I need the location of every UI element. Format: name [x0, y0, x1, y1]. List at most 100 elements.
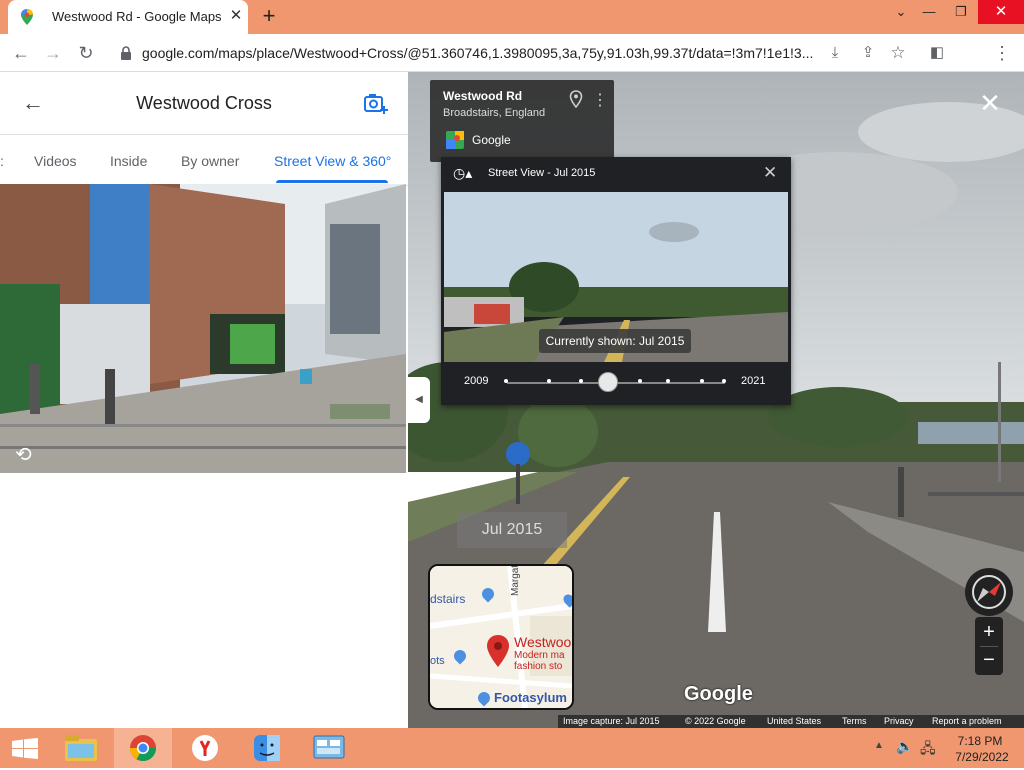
more-options-icon[interactable]: ⋮: [592, 90, 608, 110]
timeline-stop[interactable]: [547, 379, 551, 383]
tab-inside[interactable]: Inside: [110, 153, 147, 169]
mini-map[interactable]: dstairs Margate Westwoo Modern ma fashio…: [428, 564, 574, 710]
new-tab-button[interactable]: +: [258, 5, 280, 28]
google-maps-favicon-icon: [21, 9, 33, 25]
time-machine-header: Street View - Jul 2015: [488, 167, 596, 179]
share-icon[interactable]: ⇪: [857, 42, 879, 64]
window-close-button[interactable]: ✕: [978, 0, 1024, 24]
street-view-thumbnail[interactable]: ⟲: [0, 184, 406, 473]
timeline-stop[interactable]: [579, 379, 583, 383]
google-maps-app-icon: [446, 131, 464, 149]
yandex-taskbar-button[interactable]: [176, 728, 234, 768]
windows-start-icon[interactable]: [12, 738, 38, 760]
clock-time[interactable]: 7:18 PM: [950, 734, 1010, 748]
minimap-label: dstairs: [430, 592, 466, 606]
tab-strip: Westwood Rd - Google Maps ✕ + ⌄ — ❐ ✕: [0, 0, 1024, 34]
lock-icon: [121, 46, 131, 60]
timeline-stop[interactable]: [722, 379, 726, 383]
country-link[interactable]: United States: [767, 716, 821, 726]
currently-shown-tooltip: Currently shown: Jul 2015: [539, 329, 691, 353]
location-info-card: Westwood Rd Broadstairs, England ⋮ Googl…: [430, 80, 614, 162]
time-machine-close-icon[interactable]: ✕: [763, 163, 777, 183]
shopping-centre-photo: [0, 184, 406, 473]
timeline-stop[interactable]: [638, 379, 642, 383]
zoom-controls: + −: [975, 617, 1003, 675]
side-panel-icon[interactable]: ◧: [926, 42, 948, 64]
historic-preview-image: Currently shown: Jul 2015: [444, 192, 788, 362]
restore-button[interactable]: ❐: [944, 0, 978, 24]
file-explorer-taskbar-button[interactable]: [52, 728, 110, 768]
active-tab-indicator: [276, 180, 388, 183]
attribution-bar: Image capture: Jul 2015 © 2022 Google Un…: [558, 715, 1024, 728]
download-icon[interactable]: ⤓: [824, 42, 846, 64]
tab-videos[interactable]: Videos: [34, 153, 77, 169]
zoom-in-button[interactable]: +: [975, 620, 1003, 644]
add-photo-icon[interactable]: [364, 93, 388, 115]
control-panel-taskbar-button[interactable]: [300, 728, 358, 768]
location-marker-icon: [487, 635, 509, 667]
page-title: Westwood Cross: [136, 93, 272, 113]
forward-arrow-icon[interactable]: →: [42, 42, 64, 64]
url-text: google.com/maps/place/Westwood+Cross/@51…: [142, 45, 814, 61]
zoom-divider: [980, 646, 998, 647]
report-problem-link[interactable]: Report a problem: [932, 716, 1002, 726]
volume-muted-icon[interactable]: 🔈: [896, 738, 913, 755]
tab-by-owner[interactable]: By owner: [181, 153, 239, 169]
history-clock-icon[interactable]: ◷▴: [453, 165, 472, 182]
chrome-icon: [129, 735, 157, 762]
taskbar: ▲ 🔈 🖧 7:18 PM 7/29/2022: [0, 728, 1024, 770]
tab-close-icon[interactable]: ✕: [226, 6, 246, 26]
collapse-panel-button[interactable]: ◀: [408, 377, 430, 423]
map-pin-icon[interactable]: [569, 90, 583, 108]
place-panel: ← Westwood Cross : Videos Inside By owne…: [0, 72, 408, 728]
minimap-road-label: Margate: [510, 564, 521, 596]
tab-title: Westwood Rd - Google Maps: [52, 9, 222, 24]
capture-date-overlay: Jul 2015: [457, 512, 567, 548]
control-panel-icon: [313, 735, 345, 759]
chrome-menu-icon[interactable]: ⋮: [991, 42, 1013, 64]
browser-tab[interactable]: Westwood Rd - Google Maps ✕: [8, 0, 248, 34]
zoom-out-button[interactable]: −: [975, 648, 1003, 672]
tab-street-view[interactable]: Street View & 360°: [274, 153, 391, 169]
minimap-label: ots: [430, 655, 445, 667]
timeline-end-year: 2021: [741, 375, 766, 387]
provider-label: Google: [472, 133, 511, 147]
timeline-stop[interactable]: [700, 379, 704, 383]
timeline-stop[interactable]: [504, 379, 508, 383]
finder-taskbar-button[interactable]: [238, 728, 296, 768]
reload-icon[interactable]: ↻: [75, 42, 97, 64]
chrome-taskbar-button[interactable]: [114, 728, 172, 770]
show-hidden-icons-icon[interactable]: ▲: [874, 740, 884, 751]
timeline-stop[interactable]: [666, 379, 670, 383]
timeline-start-year: 2009: [464, 375, 489, 387]
yandex-browser-icon: [192, 735, 218, 761]
bookmark-star-icon[interactable]: ☆: [887, 42, 909, 64]
minimap-place-desc: Modern ma: [514, 650, 565, 661]
road-name: Westwood Rd: [443, 89, 523, 103]
minimize-button[interactable]: —: [912, 0, 946, 24]
minimap-shop-label: Footasylum: [494, 690, 567, 705]
browser-toolbar: ← → ↻ google.com/maps/place/Westwood+Cro…: [0, 34, 1024, 97]
minimap-place-label: Westwoo: [514, 634, 572, 650]
tab-partial-left[interactable]: :: [0, 153, 4, 169]
compass-icon[interactable]: [965, 568, 1013, 616]
image-capture-date: Image capture: Jul 2015: [563, 716, 660, 726]
time-machine-panel: ◷▴ Street View - Jul 2015 ✕ Currently sh…: [441, 157, 791, 405]
minimap-place-desc: fashion sto: [514, 661, 563, 672]
back-arrow-icon[interactable]: ←: [10, 42, 32, 64]
road-location: Broadstairs, England: [443, 107, 546, 119]
photo-category-tabs: : Videos Inside By owner Street View & 3…: [0, 134, 408, 186]
folder-icon: [65, 735, 97, 761]
360-rotate-icon: ⟲: [15, 444, 32, 466]
network-icon[interactable]: 🖧: [920, 738, 936, 762]
close-street-view-icon[interactable]: ✕: [976, 89, 1004, 117]
copyright: © 2022 Google: [685, 716, 746, 726]
clock-date[interactable]: 7/29/2022: [950, 750, 1014, 764]
compass-needle-icon: [972, 575, 1006, 609]
timeline-slider-thumb[interactable]: [598, 372, 618, 392]
google-watermark: Google: [684, 683, 753, 705]
finder-face-icon: [254, 735, 280, 761]
address-bar[interactable]: google.com/maps/place/Westwood+Cross/@51…: [116, 38, 896, 67]
privacy-link[interactable]: Privacy: [884, 716, 914, 726]
terms-link[interactable]: Terms: [842, 716, 867, 726]
